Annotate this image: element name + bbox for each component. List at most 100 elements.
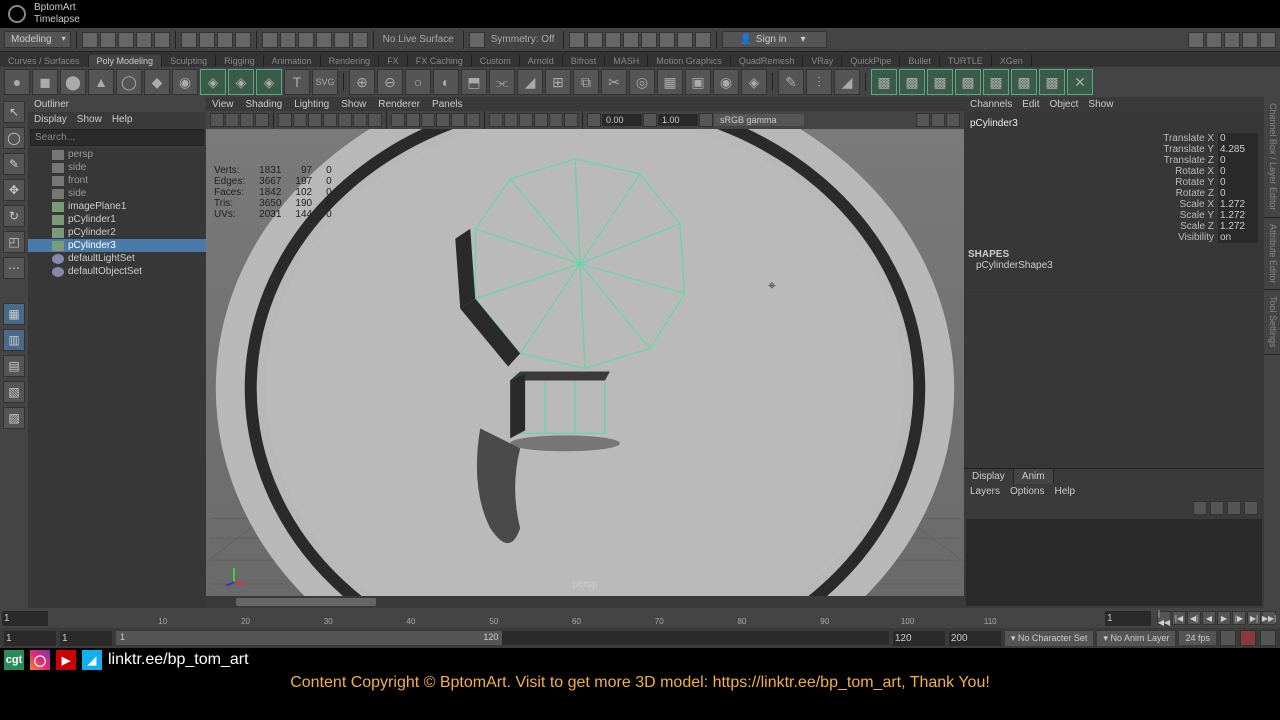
vp-image-plane-icon[interactable] <box>240 113 254 127</box>
step-fwd-key-button[interactable]: ▶| <box>1247 611 1261 625</box>
shelf-tab-bifrost[interactable]: Bifrost <box>563 55 606 67</box>
svg-icon[interactable]: SVG <box>312 69 338 95</box>
vp-bookmark-icon[interactable] <box>225 113 239 127</box>
custom-8-icon[interactable]: ✕ <box>1067 69 1093 95</box>
layer-tab-display[interactable]: Display <box>964 469 1014 484</box>
timeline-current-frame[interactable]: 1 <box>1105 611 1151 626</box>
outliner-menu-show[interactable]: Show <box>77 114 102 125</box>
linktree-link[interactable]: linktr.ee/bp_tom_art <box>108 651 249 669</box>
attr-scale-z[interactable]: Scale Z1.272 <box>968 221 1260 232</box>
vp-select-camera-icon[interactable] <box>210 113 224 127</box>
layout-panel-1[interactable]: ▦ <box>3 303 25 325</box>
vp-grid-icon[interactable] <box>278 113 292 127</box>
step-back-key-button[interactable]: |◀ <box>1172 611 1186 625</box>
extrude-icon[interactable]: ⬒ <box>461 69 487 95</box>
side-tab-tool[interactable]: Tool Settings <box>1264 290 1280 355</box>
snap-point-icon[interactable] <box>298 32 314 48</box>
shelf-tab-vray[interactable]: VRay <box>803 55 842 67</box>
layout-5-icon[interactable] <box>1260 32 1276 48</box>
attr-translate-x[interactable]: Translate X0 <box>968 133 1260 144</box>
poly-torus-icon[interactable]: ◯ <box>116 69 142 95</box>
pause-icon[interactable] <box>695 32 711 48</box>
mirror-icon[interactable]: ⧉ <box>573 69 599 95</box>
outliner-item-side[interactable]: side <box>28 161 206 174</box>
custom-5-icon[interactable]: ▩ <box>983 69 1009 95</box>
save-scene-icon[interactable] <box>118 32 134 48</box>
layout-4-icon[interactable] <box>1242 32 1258 48</box>
construction-2-icon[interactable] <box>587 32 603 48</box>
range-start-inner[interactable]: 1 <box>60 631 112 646</box>
workspace-dropdown[interactable]: Modeling <box>4 31 71 48</box>
uv-cylinder-icon[interactable]: ▣ <box>685 69 711 95</box>
open-scene-icon[interactable] <box>100 32 116 48</box>
shelf-tab-poly-modeling[interactable]: Poly Modeling <box>89 55 163 67</box>
layout-panel-5[interactable]: ▨ <box>3 407 25 429</box>
attr-rotate-x[interactable]: Rotate X0 <box>968 166 1260 177</box>
bridge-icon[interactable]: ⫘ <box>489 69 515 95</box>
outliner-item-defaultObjectSet[interactable]: defaultObjectSet <box>28 265 206 278</box>
construction-5-icon[interactable] <box>641 32 657 48</box>
layer-menu-options[interactable]: Options <box>1010 486 1044 497</box>
vp-shaded-icon[interactable] <box>406 113 420 127</box>
new-scene-icon[interactable] <box>82 32 98 48</box>
layer-tab-anim[interactable]: Anim <box>1014 469 1054 484</box>
shelf-tab-motion-graphics[interactable]: Motion Graphics <box>648 55 731 67</box>
play-fwd-button[interactable]: ▶ <box>1217 611 1231 625</box>
shelf-tab-fx[interactable]: FX <box>379 55 408 67</box>
instagram-icon[interactable]: ◯ <box>30 650 50 670</box>
scale-tool[interactable]: ◰ <box>3 231 25 253</box>
sphericon-icon[interactable]: ◈ <box>256 69 282 95</box>
outliner-item-pCylinder1[interactable]: pCylinder1 <box>28 213 206 226</box>
layer-move-up-icon[interactable] <box>1193 501 1207 515</box>
outliner-item-defaultLightSet[interactable]: defaultLightSet <box>28 252 206 265</box>
type-tool-icon[interactable]: T <box>284 69 310 95</box>
viewport-canvas[interactable]: Verts:1831970Edges:36671970Faces:1842102… <box>206 129 964 596</box>
go-start-button[interactable]: |◀◀ <box>1157 611 1171 625</box>
go-end-button[interactable]: ▶▶| <box>1262 611 1276 625</box>
attr-translate-y[interactable]: Translate Y4.285 <box>968 144 1260 155</box>
vp-res-gate-icon[interactable] <box>308 113 322 127</box>
youtube-icon[interactable]: ▶ <box>56 650 76 670</box>
outliner-menu-display[interactable]: Display <box>34 114 67 125</box>
vp-lights-icon[interactable] <box>436 113 450 127</box>
attr-scale-x[interactable]: Scale X1.272 <box>968 199 1260 210</box>
shelf-tab-animation[interactable]: Animation <box>264 55 321 67</box>
snap-plane-icon[interactable] <box>316 32 332 48</box>
shelf-tab-xgen[interactable]: XGen <box>992 55 1032 67</box>
vp-2d-pan-icon[interactable] <box>255 113 269 127</box>
platonic-icon[interactable]: ◈ <box>200 69 226 95</box>
poly-cube-icon[interactable]: ◼ <box>32 69 58 95</box>
layer-menu-help[interactable]: Help <box>1054 486 1075 497</box>
shelf-tab-quickpipe[interactable]: QuickPipe <box>842 55 900 67</box>
uv-planar-icon[interactable]: ▦ <box>657 69 683 95</box>
symmetry-label[interactable]: Symmetry: Off <box>487 34 559 45</box>
select-tool[interactable]: ↖ <box>3 101 25 123</box>
outliner-menu-help[interactable]: Help <box>112 114 133 125</box>
shelf-tab-arnold[interactable]: Arnold <box>520 55 563 67</box>
vp-renderer-icon[interactable] <box>931 113 945 127</box>
uv-sphere-icon[interactable]: ◉ <box>713 69 739 95</box>
vp-menu-lighting[interactable]: Lighting <box>294 99 329 110</box>
vp-exposure-icon[interactable] <box>587 113 601 127</box>
shape-node[interactable]: pCylinderShape3 <box>968 260 1260 271</box>
viewport-scrollbar[interactable] <box>206 596 964 608</box>
poly-sphere-icon[interactable]: ● <box>4 69 30 95</box>
cb-menu-object[interactable]: Object <box>1050 99 1079 110</box>
superellipse-icon[interactable]: ◈ <box>228 69 254 95</box>
vp-textured-icon[interactable] <box>421 113 435 127</box>
custom-7-icon[interactable]: ▩ <box>1039 69 1065 95</box>
layer-menu-layers[interactable]: Layers <box>970 486 1000 497</box>
timeline-start-frame[interactable]: 1 <box>2 611 48 626</box>
select-hierarchy-icon[interactable] <box>199 32 215 48</box>
shelf-tab-rendering[interactable]: Rendering <box>321 55 380 67</box>
vp-menu-view[interactable]: View <box>212 99 234 110</box>
vp-film-gate-icon[interactable] <box>293 113 307 127</box>
vp-aa-icon[interactable] <box>564 113 578 127</box>
vp-dof-icon[interactable] <box>549 113 563 127</box>
custom-1-icon[interactable]: ▩ <box>871 69 897 95</box>
select-tool-icon[interactable] <box>181 32 197 48</box>
target-weld-icon[interactable]: ◎ <box>629 69 655 95</box>
select-type-icon[interactable] <box>217 32 233 48</box>
outliner-item-pCylinder2[interactable]: pCylinder2 <box>28 226 206 239</box>
auto-key-toggle[interactable] <box>1220 630 1236 646</box>
